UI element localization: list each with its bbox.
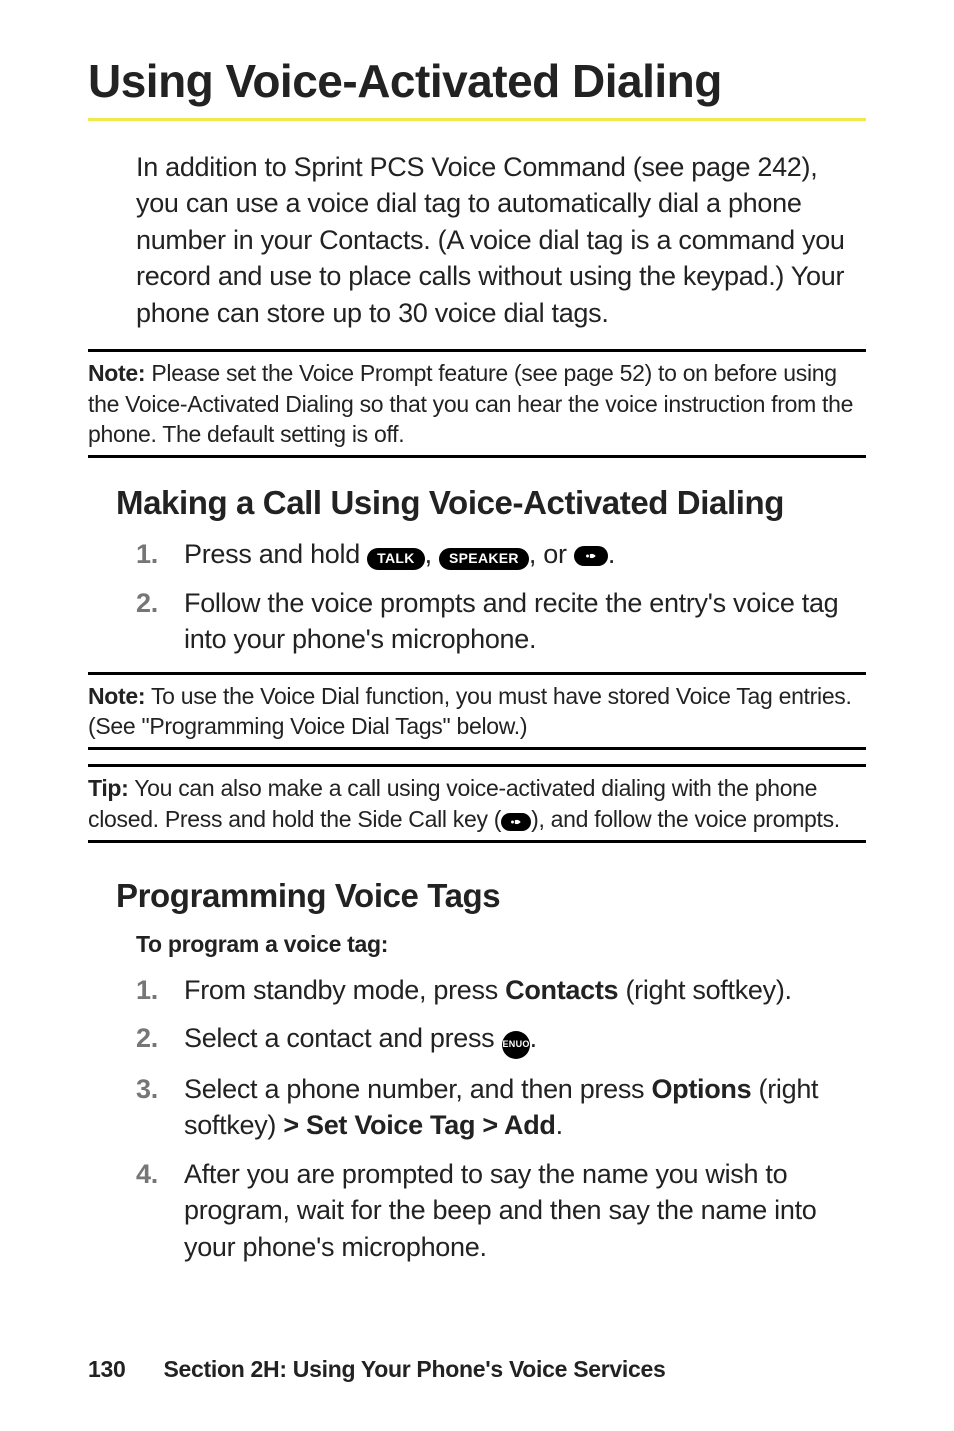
step-number: 2. — [136, 585, 184, 658]
step-text: (right softkey). — [618, 975, 791, 1005]
note-text: To use the Voice Dial function, you must… — [88, 683, 852, 739]
step-text: . — [556, 1110, 563, 1140]
page-number: 130 — [88, 1356, 125, 1382]
step-number: 2. — [136, 1020, 184, 1059]
talk-key-icon: TALK — [367, 548, 425, 570]
page-title: Using Voice-Activated Dialing — [88, 54, 866, 121]
tip-text: ), and follow the voice prompts. — [531, 806, 840, 832]
steps-making-call: 1. Press and hold TALK, SPEAKER, or . 2.… — [136, 536, 866, 657]
side-call-key-icon — [501, 813, 531, 831]
section-label: Section 2H: Using Your Phone's Voice Ser… — [163, 1356, 665, 1382]
contacts-softkey: Contacts — [505, 975, 618, 1005]
step-text: , — [425, 539, 439, 569]
note-voice-dial-entries: Note: To use the Voice Dial function, yo… — [88, 672, 866, 751]
note-prompt-feature: Note: Please set the Voice Prompt featur… — [88, 349, 866, 458]
list-item: 1. Press and hold TALK, SPEAKER, or . — [136, 536, 866, 572]
step-text: From standby mode, press — [184, 975, 505, 1005]
page-footer: 130 Section 2H: Using Your Phone's Voice … — [88, 1356, 665, 1383]
list-item: 1. From standby mode, press Contacts (ri… — [136, 972, 866, 1008]
note-label: Note: — [88, 683, 145, 709]
step-text: . — [608, 539, 615, 569]
steps-programming-tags: 1. From standby mode, press Contacts (ri… — [136, 972, 866, 1265]
list-item: 2. Select a contact and press MENUOK. — [136, 1020, 866, 1059]
list-item: 3. Select a phone number, and then press… — [136, 1071, 866, 1144]
note-label: Note: — [88, 360, 145, 386]
step-number: 3. — [136, 1071, 184, 1144]
step-text: Select a contact and press — [184, 1023, 502, 1053]
step-text: Select a phone number, and then press — [184, 1074, 651, 1104]
step-text: , or — [529, 539, 574, 569]
menu-ok-key-icon: MENUOK — [502, 1031, 530, 1059]
step-text: After you are prompted to say the name y… — [184, 1156, 866, 1265]
options-softkey: Options — [651, 1074, 751, 1104]
tip-label: Tip: — [88, 775, 129, 801]
intro-paragraph: In addition to Sprint PCS Voice Command … — [136, 149, 866, 331]
step-number: 1. — [136, 972, 184, 1008]
step-text: Press and hold — [184, 539, 367, 569]
menu-path: > Set Voice Tag > Add — [283, 1110, 555, 1140]
subhead-program-tag: To program a voice tag: — [136, 931, 866, 958]
side-call-key-icon — [574, 546, 608, 566]
tip-side-call: Tip: You can also make a call using voic… — [88, 764, 866, 843]
heading-programming-tags: Programming Voice Tags — [116, 877, 866, 915]
speaker-key-icon: SPEAKER — [439, 548, 529, 570]
step-number: 1. — [136, 536, 184, 572]
step-number: 4. — [136, 1156, 184, 1265]
list-item: 2. Follow the voice prompts and recite t… — [136, 585, 866, 658]
heading-making-call: Making a Call Using Voice-Activated Dial… — [116, 484, 866, 522]
step-text: Follow the voice prompts and recite the … — [184, 585, 866, 658]
note-text: Please set the Voice Prompt feature (see… — [88, 360, 853, 447]
list-item: 4. After you are prompted to say the nam… — [136, 1156, 866, 1265]
step-text: . — [530, 1023, 537, 1053]
